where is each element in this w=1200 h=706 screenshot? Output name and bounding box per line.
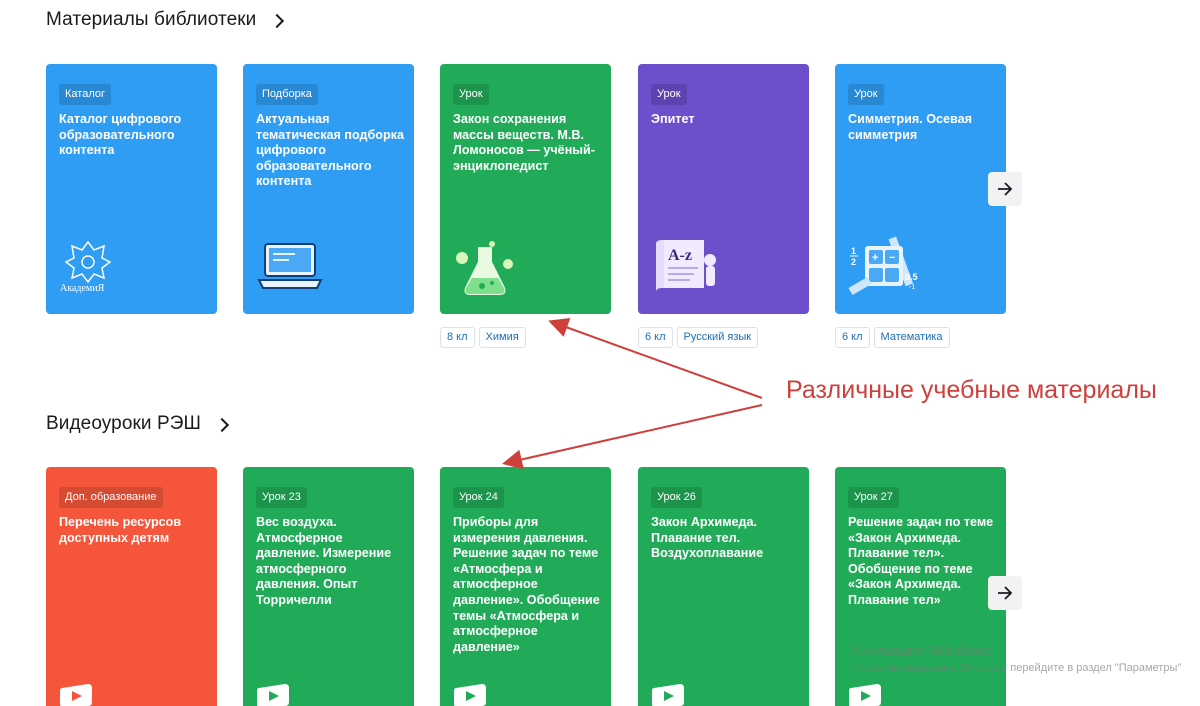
annotation-arrow-lower bbox=[502, 404, 763, 470]
tag-grade[interactable]: 6 кл bbox=[638, 327, 673, 348]
card-badge: Урок 23 bbox=[256, 487, 307, 508]
library-card-lesson-epithet[interactable]: Урок Эпитет A-z bbox=[638, 64, 809, 314]
card-tags-math: 6 кл Математика bbox=[835, 327, 950, 348]
math-calculator-icon: + − 1 2 0.5 -1 bbox=[847, 236, 919, 302]
card-badge: Подборка bbox=[256, 84, 318, 105]
svg-text:2: 2 bbox=[851, 257, 856, 267]
play-icon bbox=[60, 684, 92, 706]
play-icon bbox=[652, 684, 684, 706]
card-badge: Урок 27 bbox=[848, 487, 899, 508]
card-title: Решение задач по теме «Закон Архимеда. П… bbox=[848, 515, 994, 607]
arrow-right-icon bbox=[998, 586, 1013, 600]
svg-text:−: − bbox=[889, 252, 895, 264]
card-title: Симметрия. Осевая симметрия bbox=[848, 112, 972, 142]
laptop-icon bbox=[255, 236, 327, 302]
card-badge: Урок 24 bbox=[453, 487, 504, 508]
card-title: Перечень ресурсов доступных детям bbox=[59, 515, 182, 545]
academy-logo-icon: АкадемиЯ bbox=[58, 236, 130, 302]
videos-section-label: Видеоуроки РЭШ bbox=[46, 413, 202, 434]
videos-section-title[interactable]: Видеоуроки РЭШ bbox=[46, 413, 230, 435]
tag-grade[interactable]: 8 кл bbox=[440, 327, 475, 348]
svg-text:0.5: 0.5 bbox=[905, 272, 918, 282]
windows-activation-title: Активация Windows bbox=[852, 642, 991, 659]
card-badge: Урок bbox=[651, 84, 687, 105]
tag-grade[interactable]: 6 кл bbox=[835, 327, 870, 348]
card-badge: Урок bbox=[453, 84, 489, 105]
flask-icon bbox=[452, 236, 524, 302]
video-card-lesson-23[interactable]: Урок 23 Вес воздуха. Атмосферное давлени… bbox=[243, 467, 414, 706]
tag-subject[interactable]: Химия bbox=[478, 327, 526, 348]
card-title: Закон Архимеда. Плавание тел. Воздухопла… bbox=[651, 515, 764, 561]
library-card-lesson-chemistry[interactable]: Урок Закон сохранения массы веществ. М.В… bbox=[440, 64, 611, 314]
dictionary-az-icon: A-z bbox=[650, 236, 722, 302]
svg-text:A-z: A-z bbox=[668, 247, 692, 264]
tag-subject[interactable]: Русский язык bbox=[676, 327, 759, 348]
card-badge: Урок bbox=[848, 84, 884, 105]
windows-activation-subtitle: Чтобы активировать Windows, перейдите в … bbox=[852, 662, 1182, 674]
play-icon bbox=[257, 684, 289, 706]
card-badge: Доп. образование bbox=[59, 487, 163, 508]
card-title: Вес воздуха. Атмосферное давление. Измер… bbox=[256, 515, 392, 607]
library-card-selection[interactable]: Подборка Актуальная тематическая подборк… bbox=[243, 64, 414, 314]
card-title: Актуальная тематическая подборка цифрово… bbox=[256, 112, 404, 189]
svg-text:1: 1 bbox=[851, 246, 856, 256]
svg-text:-1: -1 bbox=[909, 284, 915, 291]
card-title: Каталог цифрового образовательного конте… bbox=[59, 112, 182, 158]
library-section-label: Материалы библиотеки bbox=[46, 9, 257, 30]
card-tags-russian: 6 кл Русский язык bbox=[638, 327, 759, 348]
video-card-lesson-26[interactable]: Урок 26 Закон Архимеда. Плавание тел. Во… bbox=[638, 467, 809, 706]
tag-subject[interactable]: Математика bbox=[873, 327, 950, 348]
chevron-right-icon bbox=[214, 417, 230, 432]
chevron-right-icon bbox=[270, 13, 285, 28]
library-card-catalog[interactable]: Каталог Каталог цифрового образовательно… bbox=[46, 64, 217, 314]
arrow-right-icon bbox=[998, 182, 1013, 196]
card-badge: Каталог bbox=[59, 84, 111, 105]
card-badge: Урок 26 bbox=[651, 487, 702, 508]
library-section-title[interactable]: Материалы библиотеки bbox=[46, 9, 285, 31]
annotation-label: Различные учебные материалы bbox=[786, 376, 1157, 404]
play-icon bbox=[849, 684, 881, 706]
video-card-extra-education[interactable]: Доп. образование Перечень ресурсов досту… bbox=[46, 467, 217, 706]
card-title: Приборы для измерения давления. Решение … bbox=[453, 515, 600, 654]
videos-next-button[interactable] bbox=[988, 576, 1022, 610]
card-title: Эпитет bbox=[651, 112, 695, 126]
library-card-lesson-symmetry[interactable]: Урок Симметрия. Осевая симметрия + − 1 2… bbox=[835, 64, 1006, 314]
video-card-lesson-24[interactable]: Урок 24 Приборы для измерения давления. … bbox=[440, 467, 611, 706]
library-next-button[interactable] bbox=[988, 172, 1022, 206]
card-title: Закон сохранения массы веществ. М.В. Лом… bbox=[453, 112, 595, 173]
card-tags-chemistry: 8 кл Химия bbox=[440, 327, 526, 348]
svg-text:+: + bbox=[872, 252, 878, 264]
play-icon bbox=[454, 684, 486, 706]
academy-logo-text: АкадемиЯ bbox=[60, 283, 105, 294]
